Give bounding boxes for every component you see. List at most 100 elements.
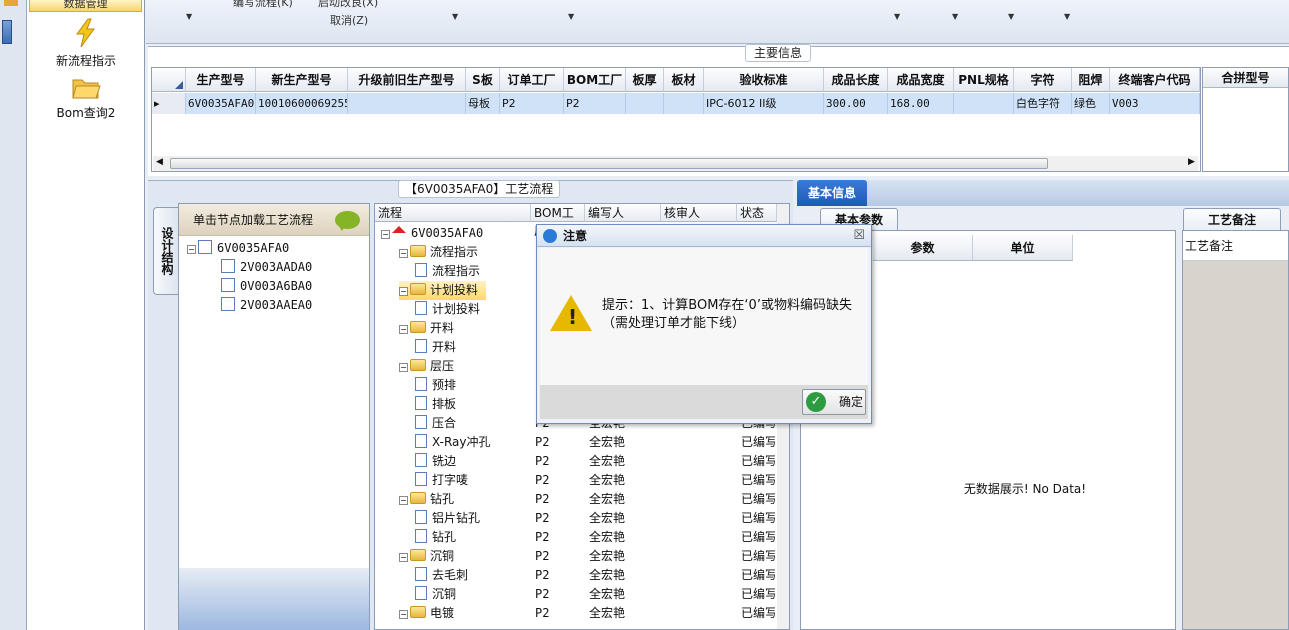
- scrollbar-thumb[interactable]: [170, 158, 1048, 169]
- bom-cell[interactable]: P2: [535, 471, 549, 490]
- status-cell[interactable]: 已编写: [741, 604, 775, 623]
- status-cell[interactable]: 已编写: [741, 566, 775, 585]
- tree-node[interactable]: − 电镀: [399, 604, 454, 623]
- dropdown-arrow-icon[interactable]: ▼: [186, 12, 192, 21]
- nav-header[interactable]: 数据管理: [29, 0, 142, 12]
- table-cell[interactable]: 白色字符: [1014, 93, 1072, 114]
- dropdown-arrow-icon[interactable]: ▼: [894, 12, 900, 21]
- tree-node[interactable]: − 流程指示: [399, 243, 478, 262]
- bom-cell[interactable]: P2: [535, 604, 549, 623]
- cancel-button[interactable]: 取消(Z): [330, 12, 368, 28]
- tree-node[interactable]: 钻孔: [415, 528, 456, 547]
- tab-process-notes[interactable]: 工艺备注: [1183, 208, 1281, 230]
- table-cell[interactable]: [348, 93, 466, 114]
- tree-node[interactable]: 铝片钻孔: [415, 509, 480, 528]
- col-header-order-factory[interactable]: 订单工厂: [500, 68, 564, 92]
- structure-child[interactable]: 0V003A6BA0: [221, 277, 312, 296]
- tree-node[interactable]: 铣边: [415, 452, 456, 471]
- dropdown-arrow-icon[interactable]: ▼: [1008, 12, 1014, 21]
- nav-item-new-flow[interactable]: 新流程指示: [28, 18, 144, 69]
- col-header-thickness[interactable]: 板厚: [626, 68, 664, 92]
- col-header-flow[interactable]: 流程: [375, 204, 531, 222]
- col-header-model[interactable]: 生产型号: [186, 68, 256, 92]
- table-cell[interactable]: IPC-6012 II级: [704, 93, 824, 114]
- col-header-new-model[interactable]: 新生产型号: [256, 68, 348, 92]
- col-header-old-model[interactable]: 升级前旧生产型号: [348, 68, 466, 92]
- col-header-material[interactable]: 板材: [664, 68, 704, 92]
- close-icon[interactable]: ☒: [853, 225, 865, 247]
- col-header-solder[interactable]: 阻焊: [1072, 68, 1110, 92]
- status-cell[interactable]: 已编写: [741, 490, 775, 509]
- collapse-icon[interactable]: −: [399, 249, 408, 258]
- tree-node[interactable]: 流程指示: [415, 262, 480, 281]
- tree-node[interactable]: − 计划投料: [399, 281, 487, 300]
- scroll-right-icon[interactable]: ▶: [1188, 157, 1195, 167]
- collapse-icon[interactable]: −: [399, 610, 408, 619]
- ok-button[interactable]: ✓ 确定: [802, 389, 866, 415]
- bom-cell[interactable]: P2: [535, 528, 549, 547]
- status-cell[interactable]: 已编写: [741, 471, 775, 490]
- status-cell[interactable]: 已编写: [741, 509, 775, 528]
- tree-node[interactable]: 沉铜: [415, 585, 456, 604]
- col-header-writer[interactable]: 编写人: [585, 204, 661, 222]
- col-header-width[interactable]: 成品宽度: [888, 68, 954, 92]
- dropdown-arrow-icon[interactable]: ▼: [952, 12, 958, 21]
- writer-cell[interactable]: 全宏艳: [589, 604, 625, 623]
- dropdown-arrow-icon[interactable]: ▼: [1064, 12, 1070, 21]
- structure-root[interactable]: −6V0035AFA0: [187, 239, 289, 258]
- structure-child[interactable]: 2V003AADA0: [221, 258, 312, 277]
- col-header-unit[interactable]: 单位: [973, 235, 1073, 261]
- tree-node[interactable]: 计划投料: [415, 300, 480, 319]
- table-cell[interactable]: 6V0035AFA0: [186, 93, 256, 114]
- nav-item-bom-query[interactable]: Bom查询2: [28, 76, 144, 121]
- col-header-pnl[interactable]: PNL规格: [954, 68, 1014, 92]
- bom-cell[interactable]: P2: [535, 433, 549, 452]
- col-header-status[interactable]: 状态: [737, 204, 777, 222]
- tree-node[interactable]: 预排: [415, 376, 456, 395]
- table-cell[interactable]: P2: [564, 93, 626, 114]
- bom-cell[interactable]: P2: [535, 547, 549, 566]
- app-icon[interactable]: [4, 0, 18, 6]
- bom-cell[interactable]: P2: [535, 509, 549, 528]
- structure-child[interactable]: 2V003AAEA0: [221, 296, 312, 315]
- status-cell[interactable]: 已编写: [741, 528, 775, 547]
- edit-flow-button[interactable]: 编写流程(K): [233, 0, 293, 10]
- table-cell[interactable]: P2: [500, 93, 564, 114]
- table-cell[interactable]: 绿色: [1072, 93, 1110, 114]
- writer-cell[interactable]: 全宏艳: [589, 547, 625, 566]
- dropdown-arrow-icon[interactable]: ▼: [452, 12, 458, 21]
- col-header-char[interactable]: 字符: [1014, 68, 1072, 92]
- bom-cell[interactable]: P2: [535, 585, 549, 604]
- tree-node[interactable]: − 钻孔: [399, 490, 454, 509]
- bom-cell[interactable]: P2: [535, 452, 549, 471]
- scroll-left-icon[interactable]: ◀: [156, 157, 163, 167]
- tree-node[interactable]: 开料: [415, 338, 456, 357]
- collapse-icon[interactable]: −: [399, 287, 408, 296]
- tree-node[interactable]: 压合: [415, 414, 456, 433]
- table-cell[interactable]: 168.00: [888, 93, 954, 114]
- table-cell[interactable]: 300.00: [824, 93, 888, 114]
- collapse-icon[interactable]: −: [399, 553, 408, 562]
- writer-cell[interactable]: 全宏艳: [589, 509, 625, 528]
- col-header-acceptance[interactable]: 验收标准: [704, 68, 824, 92]
- tree-node[interactable]: − 6V0035AFA0: [381, 224, 483, 243]
- table-cell[interactable]: [954, 93, 1014, 114]
- table-cell[interactable]: 母板: [466, 93, 500, 114]
- col-header-reviewer[interactable]: 核审人: [661, 204, 737, 222]
- tree-node[interactable]: X-Ray冲孔: [415, 433, 490, 452]
- col-header-param[interactable]: 参数: [873, 235, 973, 261]
- table-cell[interactable]: V003: [1110, 93, 1200, 114]
- tab-design-structure[interactable]: 设计结构: [153, 207, 178, 295]
- bom-cell[interactable]: P2: [535, 566, 549, 585]
- dropdown-arrow-icon[interactable]: ▼: [568, 12, 574, 21]
- col-header-bom[interactable]: BOM工厂: [531, 204, 585, 238]
- writer-cell[interactable]: 全宏艳: [589, 433, 625, 452]
- collapse-icon[interactable]: −: [399, 325, 408, 334]
- tree-node[interactable]: − 沉铜: [399, 547, 454, 566]
- status-cell[interactable]: 已编写: [741, 585, 775, 604]
- tab-basic-info[interactable]: 基本信息: [797, 180, 867, 206]
- table-cell[interactable]: [626, 93, 664, 114]
- col-header-s-board[interactable]: S板: [466, 68, 500, 92]
- writer-cell[interactable]: 全宏艳: [589, 528, 625, 547]
- tree-node[interactable]: − 开料: [399, 319, 454, 338]
